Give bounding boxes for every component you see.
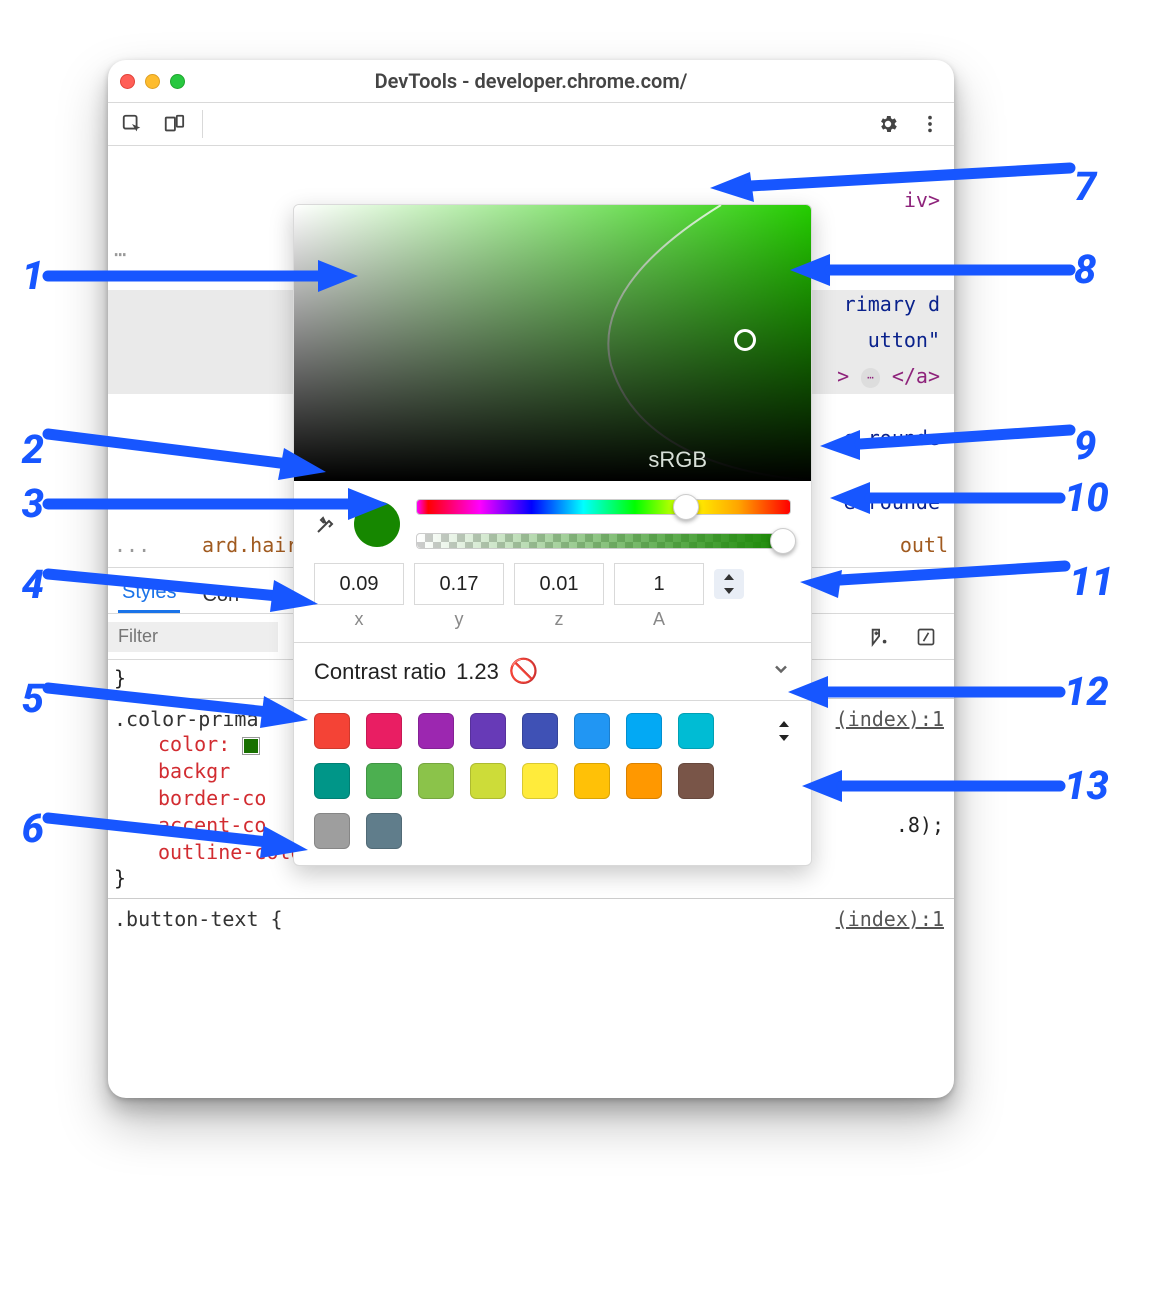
alpha-slider[interactable]: [416, 533, 791, 549]
settings-button[interactable]: [874, 110, 902, 138]
callout-8: 8: [790, 246, 1118, 293]
color-values-row: 0.09x 0.17y 0.01z 1A: [294, 559, 811, 642]
palette-section: [294, 700, 811, 865]
palette-swatch[interactable]: [470, 763, 506, 799]
palette-swatch[interactable]: [314, 763, 350, 799]
x-value-input[interactable]: 0.09: [314, 563, 404, 605]
inspect-element-button[interactable]: [118, 110, 146, 138]
hue-slider[interactable]: [416, 499, 791, 515]
css-rule: .button-text { (index):1: [108, 905, 954, 933]
color-picker-popup: sRGB 0.09x: [293, 204, 812, 866]
palette-swatch[interactable]: [418, 713, 454, 749]
palette-swatch[interactable]: [574, 713, 610, 749]
devtools-toolbar: [108, 102, 954, 146]
contrast-ratio-row[interactable]: Contrast ratio 1.23 🚫: [294, 642, 811, 700]
palette-swatch[interactable]: [366, 763, 402, 799]
callout-4: 4: [0, 554, 318, 614]
callout-11: 11: [800, 556, 1113, 606]
z-value-input[interactable]: 0.01: [514, 563, 604, 605]
contrast-fail-icon: 🚫: [509, 657, 539, 686]
palette-swatch[interactable]: [626, 763, 662, 799]
callout-6: 6: [0, 798, 308, 858]
callout-9: 9: [820, 420, 1118, 470]
palette-swatch[interactable]: [314, 813, 350, 849]
callout-12: 12: [788, 668, 1108, 715]
toolbar-divider: [202, 110, 203, 138]
spectrum-area[interactable]: sRGB: [294, 205, 811, 481]
css-source-link[interactable]: (index):1: [836, 907, 944, 931]
palette-swatch[interactable]: [626, 713, 662, 749]
css-selector[interactable]: .button-text {: [114, 907, 283, 931]
more-button[interactable]: [916, 110, 944, 138]
palette-swatch[interactable]: [470, 713, 506, 749]
palette-swatch[interactable]: [418, 763, 454, 799]
styles-filter-input[interactable]: [108, 622, 278, 652]
format-switch-button[interactable]: [714, 569, 744, 599]
toggle-element-state-button[interactable]: [866, 623, 894, 651]
palette-swatch[interactable]: [678, 763, 714, 799]
window-title: DevTools - developer.chrome.com/: [108, 69, 954, 93]
callout-5: 5: [0, 668, 308, 728]
new-style-rule-button[interactable]: [912, 623, 940, 651]
palette-swatch[interactable]: [522, 713, 558, 749]
palette-swatch[interactable]: [522, 763, 558, 799]
callout-2: 2: [0, 414, 328, 484]
y-value-input[interactable]: 0.17: [414, 563, 504, 605]
palette-swatch[interactable]: [366, 813, 402, 849]
callout-1: 1: [0, 252, 358, 299]
palette-swatch[interactable]: [574, 763, 610, 799]
contrast-value: 1.23: [456, 659, 499, 685]
palette-swatch[interactable]: [678, 713, 714, 749]
contrast-label: Contrast ratio: [314, 659, 446, 685]
alpha-value-input[interactable]: 1: [614, 563, 704, 605]
callout-7: 7: [710, 156, 1118, 216]
titlebar: DevTools - developer.chrome.com/: [108, 60, 954, 102]
callout-3: 3: [0, 480, 388, 527]
device-toggle-button[interactable]: [160, 110, 188, 138]
palette-grid: [314, 713, 716, 849]
callout-10: 10: [830, 474, 1108, 521]
palette-switch-button[interactable]: [777, 719, 791, 749]
srgb-boundary-curve: [551, 205, 811, 481]
callout-13: 13: [802, 762, 1108, 809]
palette-swatch[interactable]: [314, 713, 350, 749]
spectrum-thumb[interactable]: [734, 329, 756, 351]
color-space-label: sRGB: [648, 447, 707, 473]
palette-swatch[interactable]: [366, 713, 402, 749]
